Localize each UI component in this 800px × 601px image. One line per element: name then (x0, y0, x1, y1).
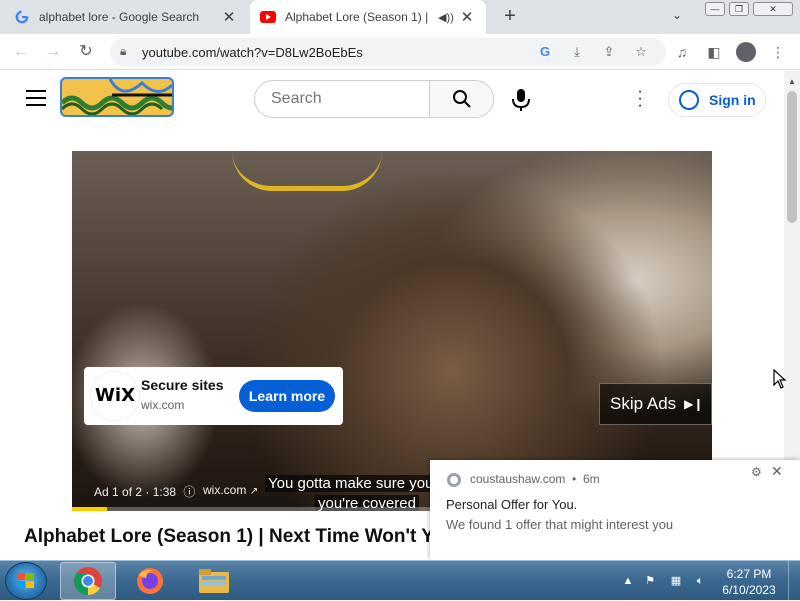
forward-button[interactable]: → (41, 40, 65, 64)
search-box (254, 80, 494, 118)
tab-google-search[interactable]: alphabet lore - Google Search ✕ (0, 0, 248, 34)
notification-age: 6m (582, 472, 600, 486)
ad-progress-fill (72, 507, 108, 511)
voice-search-mic-icon[interactable] (510, 88, 532, 112)
reload-button[interactable]: ↻ (74, 40, 98, 64)
google-lens-icon[interactable]: G (536, 43, 554, 61)
restore-window-button[interactable]: ❐ (729, 2, 749, 16)
search-icon (452, 90, 471, 108)
windows-taskbar: ▲ ⚑ ▦ 🔈︎ 6:27 PM 6/10/2023 (0, 560, 800, 601)
google-icon (14, 9, 30, 25)
video-title: Alphabet Lore (Season 1) | Next Time Won… (24, 526, 444, 547)
url-text: youtube.com/watch?v=D8Lw2BoEbEs (142, 45, 363, 60)
tab-close-icon[interactable]: ✕ (458, 8, 476, 26)
audio-playing-icon[interactable]: ◀)) (438, 11, 454, 24)
skip-ads-button[interactable]: Skip Ads ▶❙ (599, 383, 712, 425)
advertiser-logo[interactable]: WiX (90, 371, 140, 421)
caption-line: You gotta make sure you (265, 475, 437, 492)
youtube-icon (260, 9, 276, 25)
profile-avatar-icon[interactable] (736, 42, 756, 62)
chrome-icon (74, 567, 102, 595)
tab-title: alphabet lore - Google Search (39, 10, 200, 24)
ad-advertiser-link[interactable]: wix.com ↗ (203, 483, 258, 497)
gear-icon[interactable]: ⚙ (751, 465, 762, 479)
learn-more-button[interactable]: Learn more (239, 380, 335, 412)
firefox-icon (137, 568, 163, 594)
lock-icon[interactable]: 🔒︎ (120, 44, 126, 59)
browser-toolbar: ← → ↻ 🔒︎ youtube.com/watch?v=D8Lw2BoEbEs… (0, 34, 800, 70)
close-window-button[interactable]: ✕ (753, 2, 793, 16)
notification-title: Personal Offer for You. (446, 497, 578, 512)
folder-icon (199, 569, 229, 593)
video-player[interactable]: WiX Secure sites wix.com Learn more Skip… (72, 151, 712, 511)
taskbar-explorer-button[interactable] (186, 562, 242, 600)
account-icon (679, 90, 699, 110)
taskbar-chrome-button[interactable] (60, 562, 116, 600)
action-center-flag-icon[interactable]: ⚑ (642, 573, 658, 589)
address-bar[interactable]: 🔒︎ youtube.com/watch?v=D8Lw2BoEbEs G ⤓ ⇪… (110, 38, 666, 66)
tab-close-icon[interactable]: ✕ (220, 8, 238, 26)
guide-menu-icon[interactable] (26, 90, 46, 111)
search-button[interactable] (429, 81, 493, 117)
browser-tab-strip: alphabet lore - Google Search ✕ Alphabet… (0, 0, 800, 34)
chrome-icon (447, 473, 461, 487)
scrollbar-thumb[interactable] (787, 91, 797, 223)
ad-title: Secure sites (141, 377, 224, 393)
ad-overlay-card[interactable]: WiX Secure sites wix.com Learn more (84, 367, 343, 425)
web-notification[interactable]: coustaushaw.com • 6m ⚙ ✕ Personal Offer … (430, 460, 800, 560)
clock-date: 6/10/2023 (722, 583, 776, 597)
sign-in-button[interactable]: Sign in (668, 83, 766, 117)
external-link-icon: ↗ (249, 486, 259, 497)
scroll-up-arrow-icon[interactable]: ▲ (784, 75, 800, 89)
channel-logo[interactable] (60, 77, 174, 117)
minimize-window-button[interactable]: — (705, 2, 725, 16)
system-clock[interactable]: 6:27 PM 6/10/2023 (716, 566, 782, 598)
skip-next-icon: ▶❙ (684, 397, 704, 411)
ad-counter-label: Ad 1 of 2 · 1:38 (94, 485, 177, 499)
volume-muted-icon[interactable]: 🔈︎ (692, 573, 708, 589)
tab-youtube-video[interactable]: Alphabet Lore (Season 1) | N ◀)) ✕ (250, 0, 486, 34)
mouse-cursor-icon (773, 369, 787, 389)
notification-body: We found 1 offer that might interest you (446, 517, 674, 532)
show-desktop-button[interactable] (788, 561, 800, 601)
ad-counter-text: Ad 1 of 2 · 1:38 ⓘ (94, 483, 195, 500)
sign-in-label: Sign in (709, 92, 756, 108)
close-icon[interactable]: ✕ (771, 463, 783, 480)
notification-origin-domain: coustaushaw.com (470, 472, 566, 486)
ad-link-label: wix.com (203, 483, 247, 497)
notification-origin: coustaushaw.com • 6m (470, 472, 600, 486)
back-button[interactable]: ← (9, 40, 33, 64)
taskbar-firefox-button[interactable] (122, 562, 178, 600)
skip-ads-label: Skip Ads (610, 394, 677, 413)
start-button[interactable] (5, 562, 47, 600)
settings-more-icon[interactable]: · · · (632, 84, 648, 114)
bookmark-star-icon[interactable]: ☆ (632, 43, 650, 61)
media-control-icon[interactable]: ♫ (672, 42, 692, 62)
ad-info-icon[interactable]: ⓘ (183, 485, 195, 499)
share-icon[interactable]: ⇪ (600, 43, 618, 61)
tab-search-chevron-icon[interactable]: ⌄ (672, 8, 682, 22)
side-panel-icon[interactable]: ◧ (704, 42, 724, 62)
install-app-icon[interactable]: ⤓ (568, 43, 586, 61)
windows-logo-icon (17, 573, 34, 588)
video-frame-glasses (232, 151, 382, 191)
network-icon[interactable]: ▦ (668, 573, 684, 589)
show-hidden-icons-arrow-icon[interactable]: ▲ (620, 573, 636, 589)
youtube-header: ··· Sign in (0, 71, 784, 127)
new-tab-button[interactable]: + (498, 5, 522, 29)
ad-domain: wix.com (141, 398, 185, 412)
search-input[interactable] (255, 81, 431, 117)
browser-menu-icon[interactable]: ⋮ (768, 42, 788, 62)
clock-time: 6:27 PM (726, 567, 772, 581)
tab-title: Alphabet Lore (Season 1) | N (285, 10, 432, 24)
